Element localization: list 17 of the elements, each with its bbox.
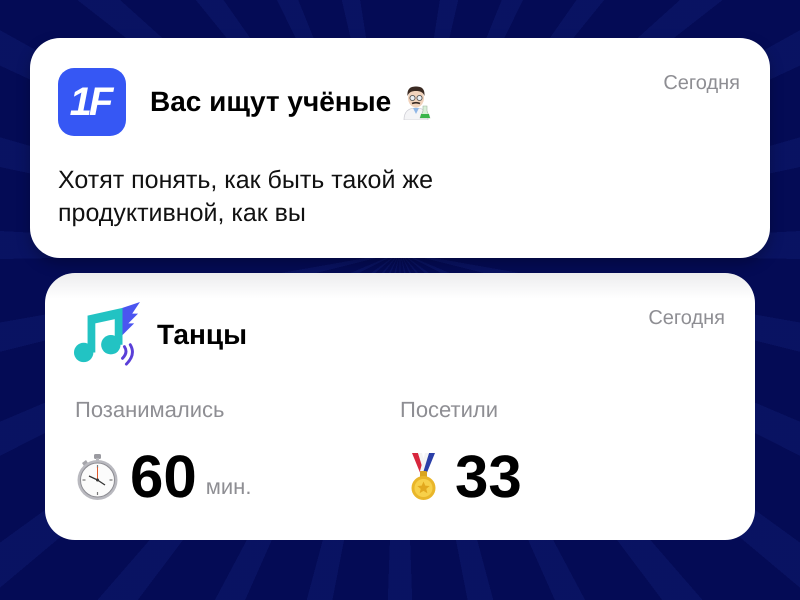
music-note-icon bbox=[72, 302, 140, 368]
notification-card[interactable]: Танцы Сегодня Позанимались 60 мин. Посетили 33 bbox=[45, 273, 755, 540]
stat-value: 33 bbox=[455, 446, 522, 508]
stat-label: Посетили bbox=[400, 397, 498, 423]
app-logo: 1F bbox=[58, 68, 126, 136]
stat-value: 60 bbox=[130, 446, 197, 508]
medal-icon bbox=[410, 453, 437, 501]
stopwatch-icon bbox=[77, 454, 118, 500]
notification-title: Танцы bbox=[157, 319, 248, 351]
notification-title: Вас ищут учёные bbox=[150, 86, 392, 118]
notification-time: Сегодня bbox=[648, 307, 725, 330]
notification-time: Сегодня bbox=[663, 72, 740, 95]
notification-card[interactable]: 1F Вас ищут учёные Сегодня Хотят понять, как быть такой же продуктивной, как вы bbox=[30, 38, 770, 258]
notification-body: Хотят понять, как быть такой же продуктивной, как вы bbox=[58, 165, 434, 229]
stat-label: Позанимались bbox=[75, 397, 225, 423]
scientist-icon bbox=[401, 84, 432, 120]
stat-unit: мин. bbox=[206, 474, 252, 500]
